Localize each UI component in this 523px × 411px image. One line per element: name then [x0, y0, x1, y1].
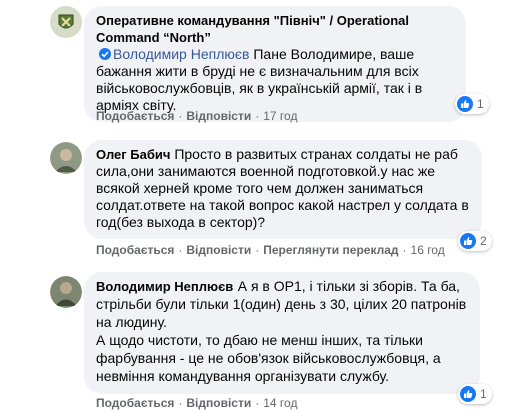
user-photo-icon [50, 142, 82, 174]
like-reaction-icon [460, 386, 476, 402]
timestamp[interactable]: 17 год [263, 109, 297, 123]
like-reaction-icon [457, 96, 473, 112]
comment-bubble: Олег Бабич Просто в развитых странах сол… [84, 140, 482, 239]
like-reaction-icon [460, 233, 476, 249]
comment-bubble: Оперативне командування "Північ" / Opera… [84, 6, 466, 122]
comment-author[interactable]: Олег Бабич [96, 147, 170, 162]
avatar[interactable] [50, 6, 82, 38]
verified-badge-icon [99, 48, 111, 60]
comment-actions: Подобається · Відповісти · 17 год [96, 109, 298, 123]
user-photo-icon [50, 276, 82, 308]
like-link[interactable]: Подобається [96, 109, 174, 123]
comment-author[interactable]: Володимир Неплюєв [96, 279, 233, 294]
reaction-count[interactable]: 1 [458, 384, 492, 404]
unit-emblem-icon [50, 6, 82, 38]
reaction-count[interactable]: 2 [458, 231, 492, 251]
like-link[interactable]: Подобається [96, 396, 174, 410]
avatar[interactable] [50, 276, 82, 308]
comment-author[interactable]: Оперативне командування "Північ" / Opera… [96, 12, 454, 46]
timestamp[interactable]: 14 год [263, 396, 297, 410]
mention-link[interactable]: Володимир Неплюєв [113, 46, 249, 62]
reply-link[interactable]: Відповісти [186, 396, 251, 410]
timestamp[interactable]: 16 год [411, 243, 445, 257]
avatar[interactable] [50, 142, 82, 174]
comment-actions: Подобається · Відповісти · Переглянути перек… [96, 243, 445, 257]
comment-bubble: Володимир Неплюєв А я в ОР1, і тільки зі… [84, 272, 480, 394]
see-translation-link[interactable]: Переглянути переклад [263, 243, 398, 257]
comment-text: Олег Бабич Просто в развитых странах сол… [96, 146, 469, 230]
comment-text: Володимир Неплюєв Пане Володимире, ваше … [96, 46, 423, 113]
like-link[interactable]: Подобається [96, 243, 174, 257]
reply-link[interactable]: Відповісти [186, 243, 251, 257]
reaction-count[interactable]: 1 [455, 94, 489, 114]
comment-actions: Подобається · Відповісти · 14 год [96, 396, 298, 410]
reply-link[interactable]: Відповісти [186, 109, 251, 123]
